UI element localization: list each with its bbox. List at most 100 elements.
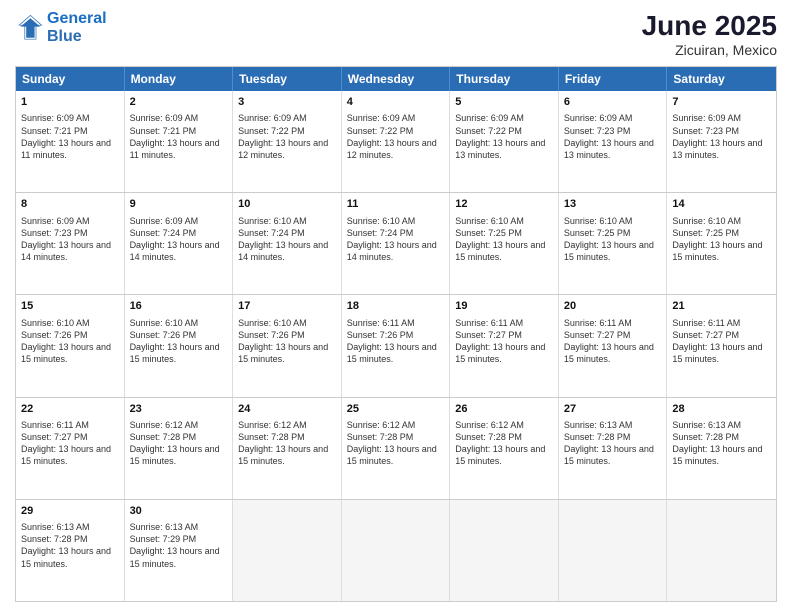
calendar: Sunday Monday Tuesday Wednesday Thursday… [15, 66, 777, 602]
daylight-line: Daylight: 13 hours and 12 minutes. [238, 137, 336, 161]
sunrise-line: Sunrise: 6:10 AM [455, 215, 553, 227]
sunset-line: Sunset: 7:28 PM [672, 431, 771, 443]
calendar-row-5: 29 Sunrise: 6:13 AM Sunset: 7:28 PM Dayl… [16, 499, 776, 601]
sunrise-line: Sunrise: 6:09 AM [21, 215, 119, 227]
sunset-line: Sunset: 7:23 PM [672, 125, 771, 137]
sunset-line: Sunset: 7:28 PM [347, 431, 445, 443]
daylight-line: Daylight: 13 hours and 15 minutes. [455, 443, 553, 467]
daylight-line: Daylight: 13 hours and 15 minutes. [347, 341, 445, 365]
day-number: 24 [238, 402, 336, 417]
day-number: 2 [130, 95, 228, 110]
day-number: 14 [672, 197, 771, 212]
sunrise-line: Sunrise: 6:12 AM [238, 419, 336, 431]
sunset-line: Sunset: 7:24 PM [238, 227, 336, 239]
sunrise-line: Sunrise: 6:11 AM [21, 419, 119, 431]
sunrise-line: Sunrise: 6:09 AM [672, 112, 771, 124]
subtitle: Zicuiran, Mexico [642, 42, 777, 58]
calendar-cell: 11 Sunrise: 6:10 AM Sunset: 7:24 PM Dayl… [342, 193, 451, 294]
sunset-line: Sunset: 7:22 PM [455, 125, 553, 137]
sunset-line: Sunset: 7:24 PM [130, 227, 228, 239]
day-number: 4 [347, 95, 445, 110]
sunset-line: Sunset: 7:27 PM [672, 329, 771, 341]
page: General Blue June 2025 Zicuiran, Mexico … [0, 0, 792, 612]
calendar-cell: 1 Sunrise: 6:09 AM Sunset: 7:21 PM Dayli… [16, 91, 125, 192]
sunrise-line: Sunrise: 6:11 AM [455, 317, 553, 329]
calendar-cell: 3 Sunrise: 6:09 AM Sunset: 7:22 PM Dayli… [233, 91, 342, 192]
calendar-row-3: 15 Sunrise: 6:10 AM Sunset: 7:26 PM Dayl… [16, 294, 776, 396]
day-number: 25 [347, 402, 445, 417]
day-number: 3 [238, 95, 336, 110]
sunrise-line: Sunrise: 6:09 AM [238, 112, 336, 124]
daylight-line: Daylight: 13 hours and 15 minutes. [455, 239, 553, 263]
day-number: 15 [21, 299, 119, 314]
daylight-line: Daylight: 13 hours and 14 minutes. [21, 239, 119, 263]
daylight-line: Daylight: 13 hours and 15 minutes. [130, 545, 228, 569]
daylight-line: Daylight: 13 hours and 12 minutes. [347, 137, 445, 161]
day-number: 16 [130, 299, 228, 314]
sunset-line: Sunset: 7:27 PM [564, 329, 662, 341]
day-number: 1 [21, 95, 119, 110]
daylight-line: Daylight: 13 hours and 15 minutes. [130, 341, 228, 365]
daylight-line: Daylight: 13 hours and 15 minutes. [21, 545, 119, 569]
calendar-cell: 27 Sunrise: 6:13 AM Sunset: 7:28 PM Dayl… [559, 398, 668, 499]
logo-text: General Blue [47, 10, 107, 45]
sunset-line: Sunset: 7:21 PM [21, 125, 119, 137]
sunset-line: Sunset: 7:27 PM [21, 431, 119, 443]
sunrise-line: Sunrise: 6:11 AM [347, 317, 445, 329]
sunset-line: Sunset: 7:25 PM [564, 227, 662, 239]
title-block: June 2025 Zicuiran, Mexico [642, 10, 777, 58]
day-number: 9 [130, 197, 228, 212]
daylight-line: Daylight: 13 hours and 15 minutes. [347, 443, 445, 467]
daylight-line: Daylight: 13 hours and 15 minutes. [238, 341, 336, 365]
sunrise-line: Sunrise: 6:13 AM [21, 521, 119, 533]
calendar-cell: 15 Sunrise: 6:10 AM Sunset: 7:26 PM Dayl… [16, 295, 125, 396]
daylight-line: Daylight: 13 hours and 11 minutes. [130, 137, 228, 161]
sunrise-line: Sunrise: 6:09 AM [455, 112, 553, 124]
header-sunday: Sunday [16, 67, 125, 91]
calendar-cell: 16 Sunrise: 6:10 AM Sunset: 7:26 PM Dayl… [125, 295, 234, 396]
sunrise-line: Sunrise: 6:09 AM [130, 112, 228, 124]
sunrise-line: Sunrise: 6:12 AM [347, 419, 445, 431]
sunset-line: Sunset: 7:28 PM [21, 533, 119, 545]
sunset-line: Sunset: 7:25 PM [672, 227, 771, 239]
header-friday: Friday [559, 67, 668, 91]
daylight-line: Daylight: 13 hours and 15 minutes. [455, 341, 553, 365]
daylight-line: Daylight: 13 hours and 15 minutes. [564, 341, 662, 365]
daylight-line: Daylight: 13 hours and 15 minutes. [130, 443, 228, 467]
daylight-line: Daylight: 13 hours and 14 minutes. [238, 239, 336, 263]
calendar-row-1: 1 Sunrise: 6:09 AM Sunset: 7:21 PM Dayli… [16, 91, 776, 192]
daylight-line: Daylight: 13 hours and 11 minutes. [21, 137, 119, 161]
calendar-cell [233, 500, 342, 601]
sunrise-line: Sunrise: 6:10 AM [238, 317, 336, 329]
daylight-line: Daylight: 13 hours and 14 minutes. [347, 239, 445, 263]
daylight-line: Daylight: 13 hours and 15 minutes. [564, 239, 662, 263]
daylight-line: Daylight: 13 hours and 15 minutes. [21, 443, 119, 467]
sunrise-line: Sunrise: 6:12 AM [130, 419, 228, 431]
sunset-line: Sunset: 7:28 PM [238, 431, 336, 443]
daylight-line: Daylight: 13 hours and 15 minutes. [672, 341, 771, 365]
calendar-cell: 22 Sunrise: 6:11 AM Sunset: 7:27 PM Dayl… [16, 398, 125, 499]
calendar-header: Sunday Monday Tuesday Wednesday Thursday… [16, 67, 776, 91]
sunset-line: Sunset: 7:26 PM [347, 329, 445, 341]
sunrise-line: Sunrise: 6:11 AM [672, 317, 771, 329]
calendar-cell: 13 Sunrise: 6:10 AM Sunset: 7:25 PM Dayl… [559, 193, 668, 294]
calendar-cell: 8 Sunrise: 6:09 AM Sunset: 7:23 PM Dayli… [16, 193, 125, 294]
day-number: 19 [455, 299, 553, 314]
calendar-cell: 14 Sunrise: 6:10 AM Sunset: 7:25 PM Dayl… [667, 193, 776, 294]
daylight-line: Daylight: 13 hours and 13 minutes. [672, 137, 771, 161]
sunset-line: Sunset: 7:26 PM [130, 329, 228, 341]
day-number: 10 [238, 197, 336, 212]
sunset-line: Sunset: 7:24 PM [347, 227, 445, 239]
calendar-cell: 30 Sunrise: 6:13 AM Sunset: 7:29 PM Dayl… [125, 500, 234, 601]
sunset-line: Sunset: 7:23 PM [564, 125, 662, 137]
calendar-cell: 19 Sunrise: 6:11 AM Sunset: 7:27 PM Dayl… [450, 295, 559, 396]
calendar-row-4: 22 Sunrise: 6:11 AM Sunset: 7:27 PM Dayl… [16, 397, 776, 499]
calendar-cell: 25 Sunrise: 6:12 AM Sunset: 7:28 PM Dayl… [342, 398, 451, 499]
daylight-line: Daylight: 13 hours and 15 minutes. [672, 443, 771, 467]
sunrise-line: Sunrise: 6:09 AM [564, 112, 662, 124]
sunrise-line: Sunrise: 6:09 AM [347, 112, 445, 124]
calendar-cell: 9 Sunrise: 6:09 AM Sunset: 7:24 PM Dayli… [125, 193, 234, 294]
calendar-cell: 29 Sunrise: 6:13 AM Sunset: 7:28 PM Dayl… [16, 500, 125, 601]
calendar-cell: 23 Sunrise: 6:12 AM Sunset: 7:28 PM Dayl… [125, 398, 234, 499]
sunset-line: Sunset: 7:23 PM [21, 227, 119, 239]
